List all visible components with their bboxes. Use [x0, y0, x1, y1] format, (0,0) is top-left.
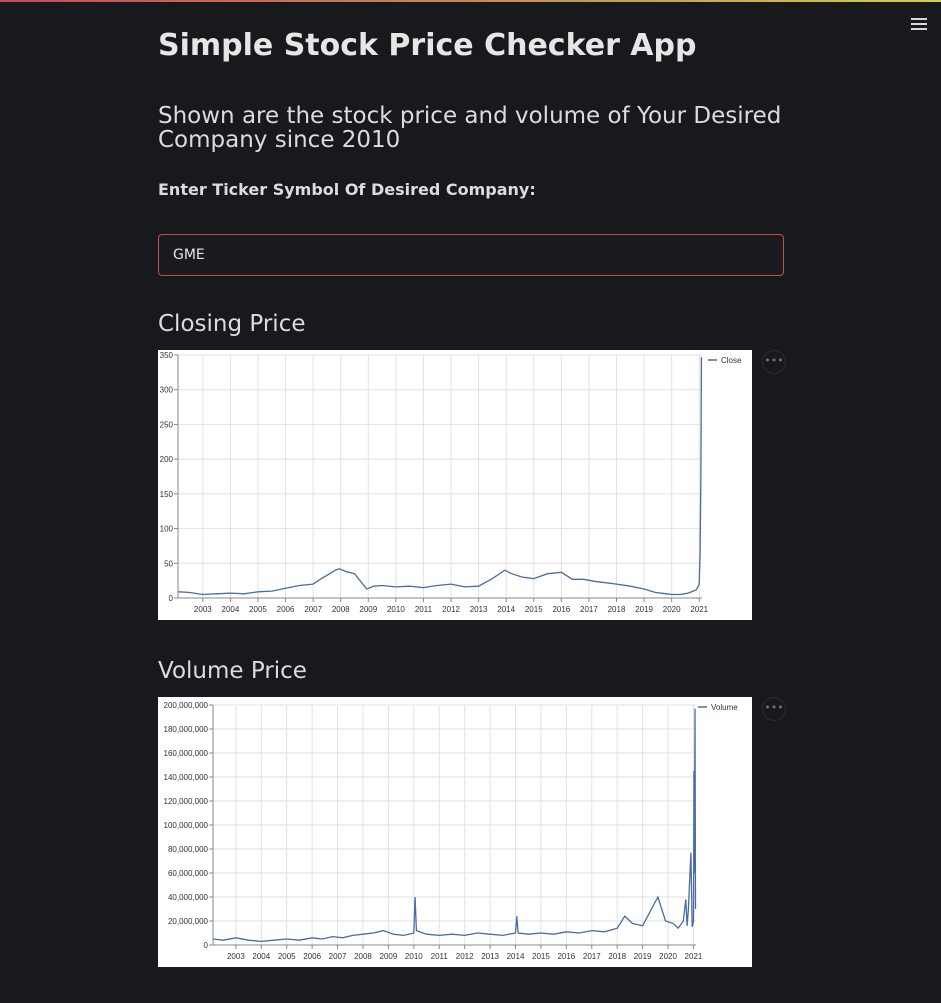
chart-y-tick-label: 20,000,000 [168, 917, 209, 926]
chart-x-tick-label: 2005 [249, 605, 267, 614]
chart-x-tick-label: 2006 [277, 605, 295, 614]
chart-y-tick-label: 300 [160, 386, 174, 395]
chart-y-tick-label: 50 [164, 559, 173, 568]
volume-price-chart-svg[interactable]: 0 20,000,000 40,000,000 60,000,000 80,000,00… [158, 697, 752, 967]
volume-price-chart[interactable]: 0 20,000,000 40,000,000 60,000,000 80,000,00… [158, 697, 752, 967]
chart-x-tick-label: 2003 [194, 605, 212, 614]
chart-x-tick-label: 2011 [431, 952, 449, 961]
chart-x-tick-label: 2017 [583, 952, 601, 961]
page-subtitle: Shown are the stock price and volume of … [158, 103, 782, 153]
chart-x-tick-label: 2018 [608, 605, 626, 614]
chart-x-tick-label: 2014 [507, 952, 525, 961]
chart-x-tick-label: 2005 [278, 952, 296, 961]
ticker-input-label: Enter Ticker Symbol Of Desired Company: [158, 180, 536, 199]
chart-x-tick-label: 2019 [634, 952, 652, 961]
chart-y-tick-label: 60,000,000 [168, 869, 209, 878]
chart-x-tick-label: 2007 [329, 952, 347, 961]
chart-x-tick-label: 2021 [685, 952, 703, 961]
closing-price-chart-svg[interactable]: 0 50 100 150 200 250 300 350 2003 2004 2005 2006 200… [158, 350, 752, 620]
chart-x-tick-label: 2016 [552, 605, 570, 614]
chart-y-tick-label: 100,000,000 [164, 821, 209, 830]
chart-y-tick-label: 200 [160, 455, 174, 464]
chart-x-tick-label: 2012 [456, 952, 474, 961]
chart-x-tick-label: 2008 [332, 605, 350, 614]
chart-y-tick-label: 0 [169, 594, 174, 603]
chart-series-line-close [177, 357, 703, 596]
closing-price-chart[interactable]: 0 50 100 150 200 250 300 350 2003 2004 2005 2006 200… [158, 350, 752, 620]
chart-x-tick-label: 2007 [304, 605, 322, 614]
chart-x-tick-label: 2008 [354, 952, 372, 961]
chart-y-tick-label: 180,000,000 [164, 725, 209, 734]
chart-y-tick-label: 160,000,000 [164, 749, 209, 758]
chart-x-tick-label: 2006 [303, 952, 321, 961]
chart-y-tick-label: 80,000,000 [168, 845, 209, 854]
chart-x-tick-label: 2004 [252, 952, 270, 961]
page-title: Simple Stock Price Checker App [158, 28, 697, 63]
chart-y-tick-label: 350 [160, 351, 174, 360]
ticker-input[interactable] [158, 234, 784, 276]
chart-y-tick-label: 250 [160, 420, 174, 429]
chart-x-tick-label: 2015 [532, 952, 550, 961]
chart-legend-label: Close [721, 356, 742, 365]
chart-x-tick-label: 2016 [557, 952, 575, 961]
chart-y-tick-label: 100 [160, 525, 174, 534]
chart-y-tick-label: 120,000,000 [164, 797, 209, 806]
chart-x-tick-label: 2020 [663, 605, 681, 614]
chart-x-tick-label: 2017 [580, 605, 598, 614]
chart-x-tick-label: 2014 [497, 605, 515, 614]
chart-x-tick-label: 2012 [442, 605, 460, 614]
chart-y-tick-label: 40,000,000 [168, 893, 209, 902]
chart-x-tick-label: 2019 [635, 605, 653, 614]
closing-price-heading: Closing Price [158, 311, 306, 337]
chart-y-tick-label: 200,000,000 [164, 701, 209, 710]
chart-x-tick-label: 2010 [405, 952, 423, 961]
chart-x-tick-label: 2009 [359, 605, 377, 614]
chart-x-tick-label: 2009 [380, 952, 398, 961]
chart-x-tick-label: 2011 [415, 605, 433, 614]
volume-price-heading: Volume Price [158, 658, 307, 684]
chart-y-tick-label: 150 [160, 490, 174, 499]
hamburger-menu-icon[interactable] [911, 18, 927, 32]
chart-x-tick-label: 2015 [525, 605, 543, 614]
chart-legend-label: Volume [711, 703, 738, 712]
chart-y-tick-label: 0 [204, 941, 209, 950]
chart-x-tick-label: 2021 [690, 605, 708, 614]
chart-x-tick-label: 2004 [222, 605, 240, 614]
volume-chart-more-icon[interactable]: ••• [762, 697, 786, 721]
chart-x-tick-label: 2003 [227, 952, 245, 961]
chart-x-tick-label: 2010 [387, 605, 405, 614]
closing-chart-more-icon[interactable]: ••• [762, 350, 786, 374]
chart-x-tick-label: 2020 [659, 952, 677, 961]
top-decoration-bar [0, 0, 941, 2]
chart-x-tick-label: 2018 [608, 952, 626, 961]
chart-x-tick-label: 2013 [481, 952, 499, 961]
chart-y-tick-label: 140,000,000 [164, 773, 209, 782]
chart-x-tick-label: 2013 [470, 605, 488, 614]
